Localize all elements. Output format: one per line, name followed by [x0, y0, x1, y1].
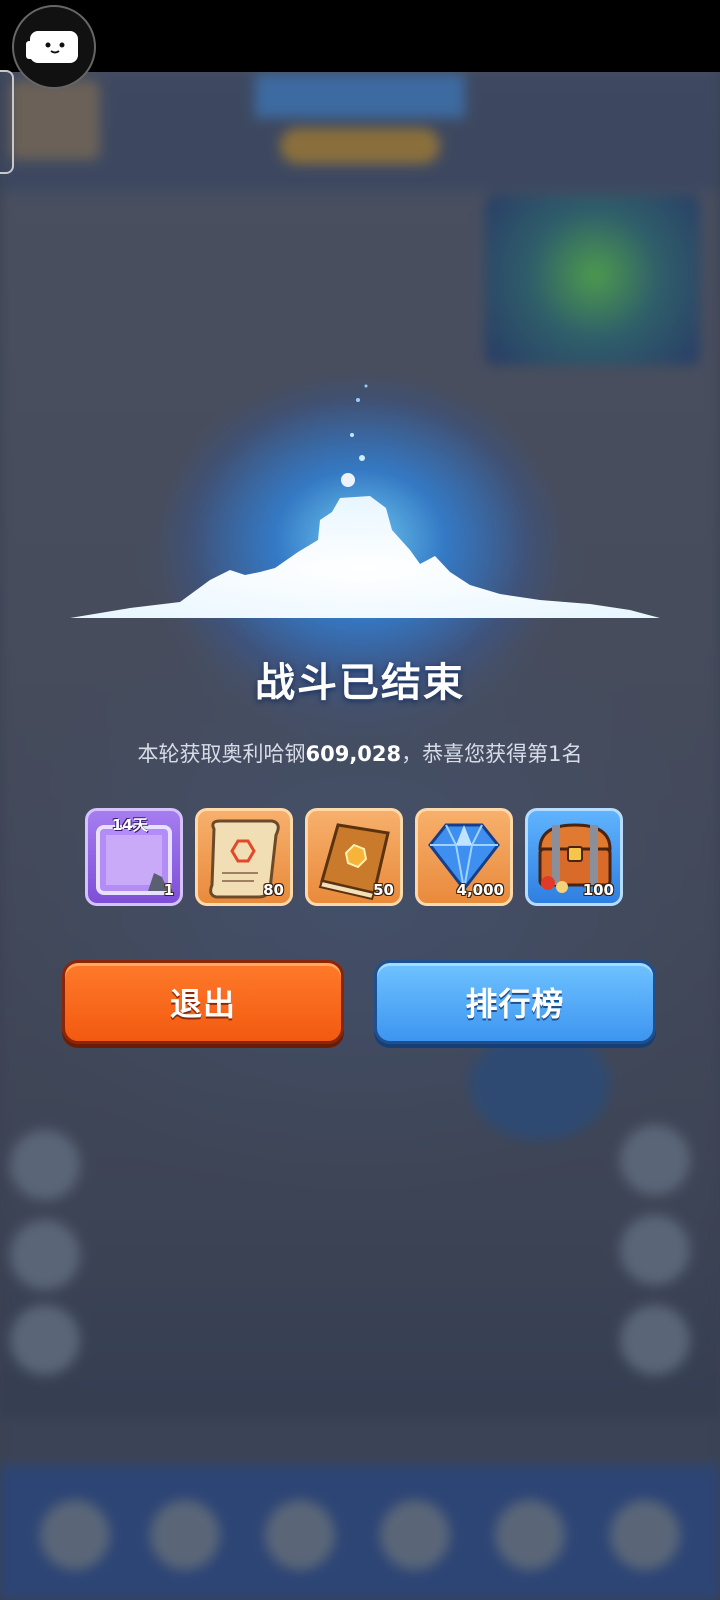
reward-item-book[interactable]: 50 [305, 808, 403, 906]
reward-qty: 1 [163, 881, 174, 899]
tv-face-icon [26, 31, 78, 63]
reward-item-avatar-frame[interactable]: 14天 1 [85, 808, 183, 906]
reward-item-treasure-chest[interactable]: 100 [525, 808, 623, 906]
battle-ended-title: 战斗已结束 [255, 660, 465, 706]
side-drawer-handle[interactable] [0, 70, 14, 174]
reward-list: 14天 1 80 50 4,000 100 [85, 808, 635, 908]
orichalcum-amount: 609,028 [305, 742, 402, 766]
game-background [0, 0, 720, 1600]
reward-qty: 50 [373, 881, 394, 899]
reward-item-scroll[interactable]: 80 [195, 808, 293, 906]
reward-qty: 80 [263, 881, 284, 899]
floating-app-button[interactable] [12, 5, 96, 89]
reward-qty: 100 [582, 881, 614, 899]
leaderboard-button[interactable]: 排行榜 [374, 960, 656, 1044]
reward-item-diamond[interactable]: 4,000 [415, 808, 513, 906]
reward-qty: 4,000 [456, 881, 504, 899]
status-bar [0, 0, 720, 72]
exit-button[interactable]: 退出 [62, 960, 344, 1044]
duration-badge: 14天 [112, 816, 148, 834]
result-summary: 本轮获取奥利哈钢609,028，恭喜您获得第1名 [137, 742, 583, 766]
mountain-banner-icon [70, 384, 660, 618]
